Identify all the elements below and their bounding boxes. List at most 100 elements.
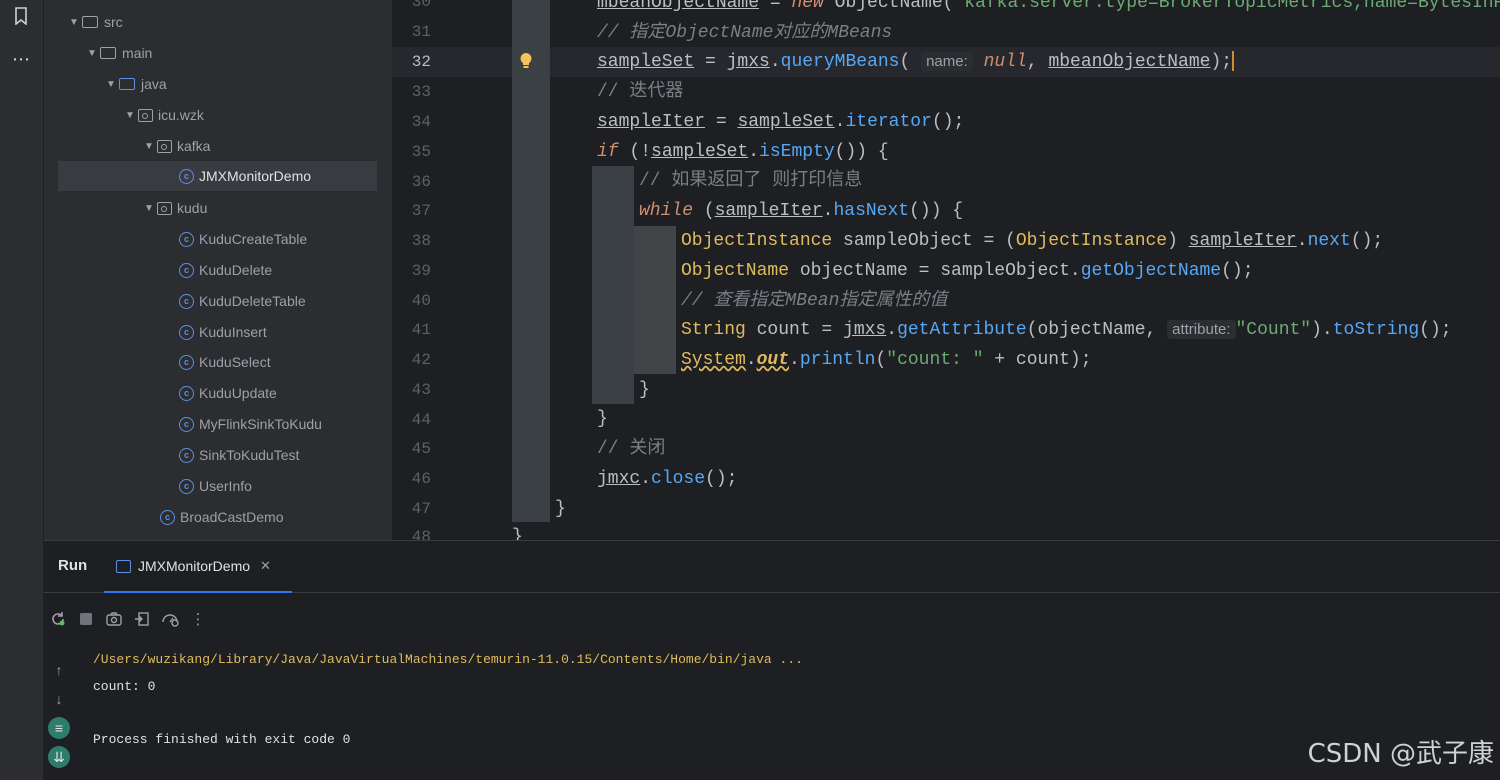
- class-icon: c: [179, 293, 194, 309]
- console-command-line: /Users/wuzikang/Library/Java/JavaVirtual…: [93, 652, 803, 667]
- line-number: 42: [411, 351, 431, 369]
- line-number: 34: [411, 113, 431, 131]
- tree-item-label: kudu: [177, 200, 208, 216]
- class-icon: c: [179, 478, 194, 494]
- tree-item-kafka[interactable]: ▼ kafka: [141, 131, 210, 161]
- arrow-up-icon[interactable]: ↑: [48, 659, 70, 681]
- tree-item-jmxmonitordemo[interactable]: c JMXMonitorDemo: [58, 161, 377, 191]
- tree-item-label: JMXMonitorDemo: [199, 168, 312, 184]
- line-number: 46: [411, 470, 431, 488]
- more-icon[interactable]: ⋯: [10, 48, 32, 70]
- folder-icon: [82, 16, 98, 28]
- more-vertical-icon[interactable]: ⋮: [188, 609, 208, 629]
- stop-icon[interactable]: [76, 609, 96, 629]
- code-line-39: ObjectName objectName = sampleObject.get…: [681, 261, 1254, 281]
- class-icon: c: [179, 231, 194, 247]
- bookmark-icon[interactable]: [10, 5, 32, 27]
- soft-wrap-icon[interactable]: ≡: [48, 717, 70, 739]
- tree-item-label: KuduSelect: [199, 354, 271, 370]
- activity-bar: ⋯: [0, 0, 44, 780]
- class-icon: c: [179, 168, 194, 184]
- tree-item-kuduupdate[interactable]: c KuduUpdate: [179, 378, 277, 408]
- code-line-30: mbeanObjectName = new ObjectName("kafka.…: [597, 0, 1500, 13]
- chevron-down-icon[interactable]: ▼: [84, 48, 100, 59]
- line-number: 44: [411, 411, 431, 429]
- code-line-40: // 查看指定MBean指定属性的值: [681, 291, 948, 311]
- print-icon[interactable]: ⎙: [48, 775, 70, 780]
- tree-item-label: KuduCreateTable: [199, 231, 308, 247]
- code-line-32: sampleSet = jmxs.queryMBeans( name: null…: [597, 51, 1235, 72]
- class-icon: c: [160, 509, 175, 525]
- rerun-icon[interactable]: [48, 609, 68, 629]
- run-tool-window: Run JMXMonitorDemo ✕ ⋮ ↑ ↓ ≡ ⇊ ⎙ /Users/…: [44, 540, 1500, 780]
- console-side-toolbar: ↑ ↓ ≡ ⇊ ⎙: [48, 659, 70, 780]
- tree-item-main[interactable]: ▼ main: [84, 38, 152, 68]
- line-number: 31: [411, 23, 431, 41]
- scope-highlight: [512, 0, 550, 522]
- line-number-current: 32: [411, 53, 431, 71]
- tree-item-kudu[interactable]: ▼ kudu: [141, 193, 207, 223]
- line-number: 45: [411, 440, 431, 458]
- line-number: 39: [411, 262, 431, 280]
- run-title: Run: [58, 557, 88, 574]
- tree-item-src[interactable]: ▼ src: [66, 7, 123, 37]
- lightbulb-icon[interactable]: [519, 52, 535, 72]
- tree-item-kududeletetable[interactable]: c KuduDeleteTable: [179, 286, 306, 316]
- package-icon: [157, 139, 172, 153]
- tree-item-kuduselect[interactable]: c KuduSelect: [179, 347, 271, 377]
- code-line-36: // 如果返回了 则打印信息: [639, 171, 863, 191]
- line-number: 48: [411, 528, 431, 540]
- run-toolbar: ⋮: [48, 607, 216, 631]
- tree-item-label: kafka: [177, 138, 211, 154]
- project-tree: ▼ src ▼ main ▼ java ▼ icu.wzk ▼ kafka c …: [44, 0, 392, 540]
- restore-layout-icon[interactable]: [132, 609, 152, 629]
- line-number: 36: [411, 173, 431, 191]
- camera-icon[interactable]: [104, 609, 124, 629]
- tree-item-kududelete[interactable]: c KuduDelete: [179, 255, 272, 285]
- line-number: 30: [411, 0, 431, 11]
- scroll-to-end-icon[interactable]: ⇊: [48, 746, 70, 768]
- tree-item-sinktokudutest[interactable]: c SinkToKuduTest: [179, 440, 299, 470]
- chevron-down-icon[interactable]: ▼: [122, 110, 138, 121]
- text-caret: [1232, 51, 1235, 72]
- line-number: 47: [411, 500, 431, 518]
- tree-item-kuduinsert[interactable]: c KuduInsert: [179, 317, 267, 347]
- tree-item-label: KuduDeleteTable: [199, 293, 306, 309]
- tree-item-label: KuduUpdate: [199, 385, 277, 401]
- chevron-down-icon[interactable]: ▼: [66, 17, 82, 28]
- parameter-hint: attribute:: [1167, 320, 1236, 339]
- code-line-44: }: [597, 409, 608, 429]
- tree-item-java[interactable]: ▼ java: [103, 69, 167, 99]
- code-line-37: while (sampleIter.hasNext()) {: [639, 201, 964, 221]
- console-output-line: count: 0: [93, 679, 156, 694]
- class-icon: c: [179, 262, 194, 278]
- chevron-down-icon[interactable]: ▼: [103, 79, 119, 90]
- scope-highlight: [634, 226, 676, 374]
- package-icon: [138, 108, 153, 122]
- close-icon[interactable]: ✕: [260, 558, 271, 574]
- tree-item-label: main: [122, 45, 153, 61]
- chevron-down-icon[interactable]: ▼: [141, 203, 157, 214]
- run-config-icon: [116, 559, 131, 573]
- parameter-hint: name:: [921, 52, 973, 71]
- profile-icon[interactable]: [160, 609, 180, 629]
- tree-item-label: SinkToKuduTest: [199, 447, 300, 463]
- chevron-down-icon[interactable]: ▼: [141, 141, 157, 152]
- code-line-33: // 迭代器: [597, 82, 684, 102]
- tree-item-label: KuduDelete: [199, 262, 273, 278]
- tree-item-broadcastdemo[interactable]: c BroadCastDemo: [160, 502, 284, 532]
- tree-item-kuducreatetable[interactable]: c KuduCreateTable: [179, 224, 307, 254]
- line-number: 40: [411, 292, 431, 310]
- tree-item-userinfo[interactable]: c UserInfo: [179, 471, 252, 501]
- code-line-41: String count = jmxs.getAttribute(objectN…: [681, 320, 1452, 340]
- tree-item-myflinksinktokudu[interactable]: c MyFlinkSinkToKudu: [179, 409, 322, 439]
- tab-label: JMXMonitorDemo: [138, 558, 251, 574]
- console-exit-line: Process finished with exit code 0: [93, 732, 351, 747]
- scope-highlight: [592, 166, 634, 404]
- tree-item-label: KuduInsert: [199, 324, 267, 340]
- line-number: 37: [411, 202, 431, 220]
- tree-item-icu-wzk[interactable]: ▼ icu.wzk: [122, 100, 204, 130]
- arrow-down-icon[interactable]: ↓: [48, 688, 70, 710]
- tab-jmxmonitordemo[interactable]: JMXMonitorDemo ✕: [104, 541, 292, 593]
- source-folder-icon: [119, 78, 135, 90]
